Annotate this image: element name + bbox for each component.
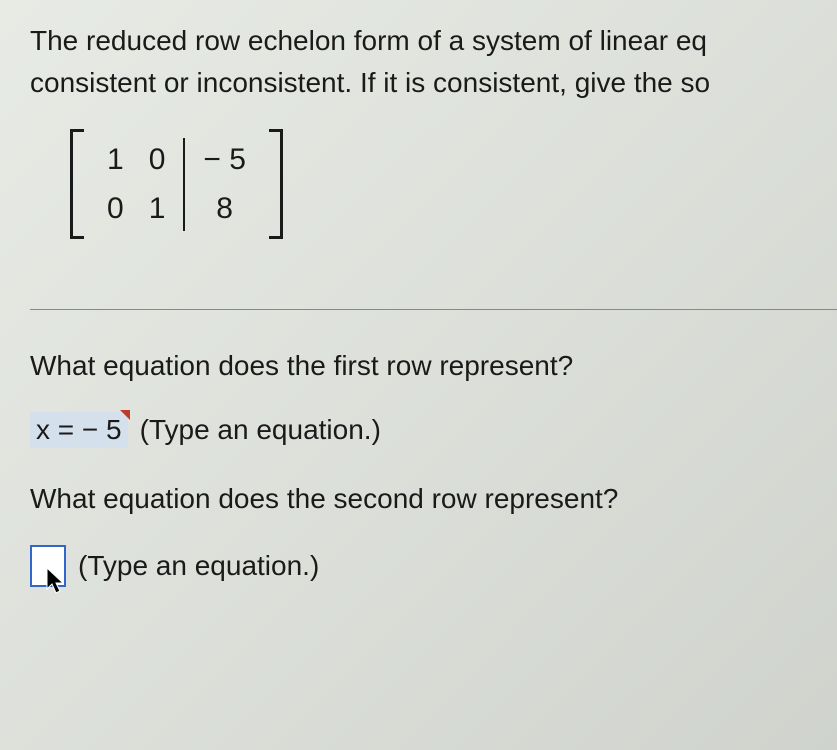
answer-1-hint: (Type an equation.): [140, 414, 381, 446]
answer-1-value[interactable]: x = − 5: [30, 412, 128, 448]
bracket-left: [70, 129, 84, 239]
question-1: What equation does the first row represe…: [30, 350, 837, 382]
problem-line2: consistent or inconsistent. If it is con…: [30, 67, 710, 98]
bracket-right: [269, 129, 283, 239]
problem-line1: The reduced row echelon form of a system…: [30, 25, 707, 56]
matrix-cell-r1c3: − 5: [203, 143, 246, 177]
problem-statement: The reduced row echelon form of a system…: [30, 20, 837, 104]
matrix-cell-r2c1: 0: [107, 192, 124, 226]
answer-2-hint: (Type an equation.): [78, 550, 319, 582]
answer-2-input[interactable]: [30, 545, 66, 587]
answer-1-row: x = − 5 (Type an equation.): [30, 412, 837, 448]
matrix-cell-r1c1: 1: [107, 143, 124, 177]
augmented-matrix: 1 0 0 1 − 5 8: [70, 129, 283, 239]
answer-2-row: (Type an equation.): [30, 545, 837, 587]
matrix-cell-r1c2: 0: [149, 143, 166, 177]
divider: [30, 309, 837, 310]
matrix-cell-r2c2: 1: [149, 192, 166, 226]
matrix-cell-r2c3: 8: [203, 192, 246, 226]
question-2: What equation does the second row repres…: [30, 483, 837, 515]
